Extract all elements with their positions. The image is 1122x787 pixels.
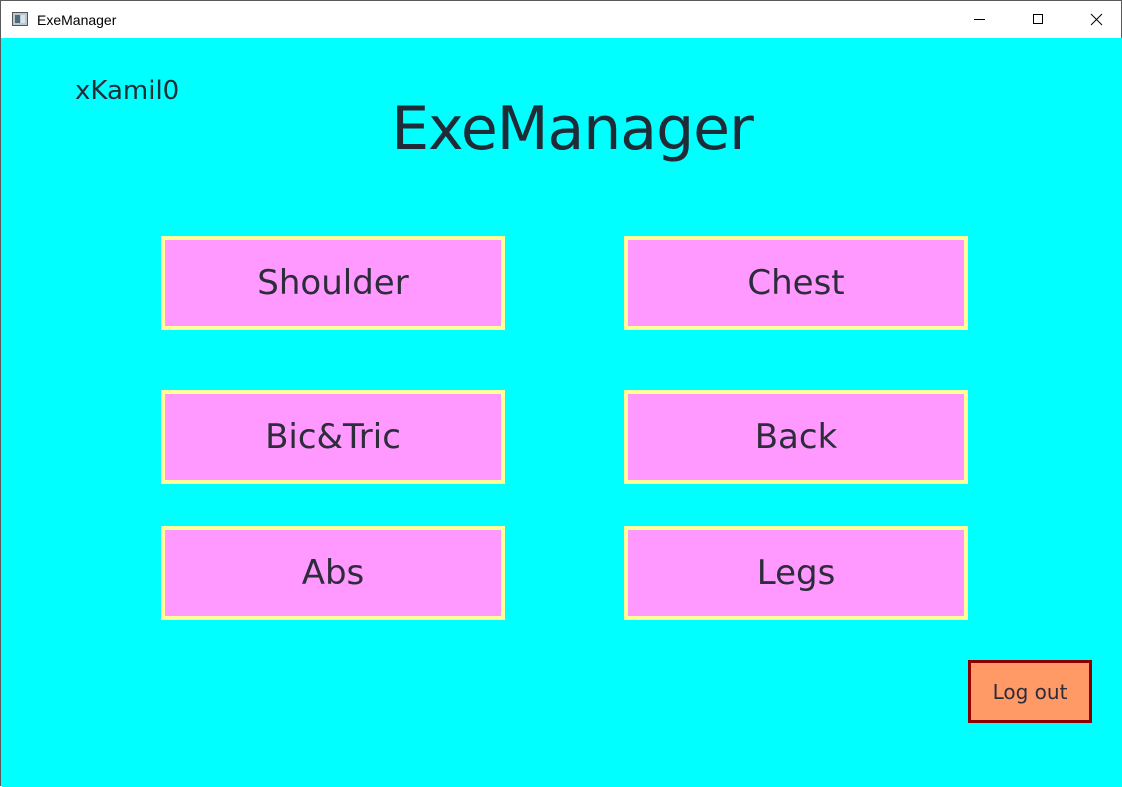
bic-tric-button[interactable]: Bic&Tric — [161, 390, 505, 484]
close-button[interactable] — [1073, 1, 1119, 38]
close-icon — [1090, 13, 1103, 26]
legs-button[interactable]: Legs — [624, 526, 968, 620]
main-content: xKamil0 ExeManager Shoulder Chest Bic&Tr… — [2, 38, 1122, 787]
minimize-icon — [974, 19, 985, 20]
title-bar[interactable]: ExeManager — [1, 1, 1121, 38]
window-title: ExeManager — [37, 12, 117, 28]
page-title: ExeManager — [391, 94, 753, 164]
maximize-icon — [1033, 14, 1043, 24]
back-button[interactable]: Back — [624, 390, 968, 484]
maximize-button[interactable] — [1015, 1, 1061, 38]
app-window-icon — [12, 12, 28, 26]
shoulder-button[interactable]: Shoulder — [161, 236, 505, 330]
abs-button[interactable]: Abs — [161, 526, 505, 620]
minimize-button[interactable] — [957, 1, 1003, 38]
logout-button[interactable]: Log out — [968, 660, 1092, 723]
chest-button[interactable]: Chest — [624, 236, 968, 330]
app-window: ExeManager xKamil0 ExeManager Shoulder C… — [0, 0, 1122, 787]
